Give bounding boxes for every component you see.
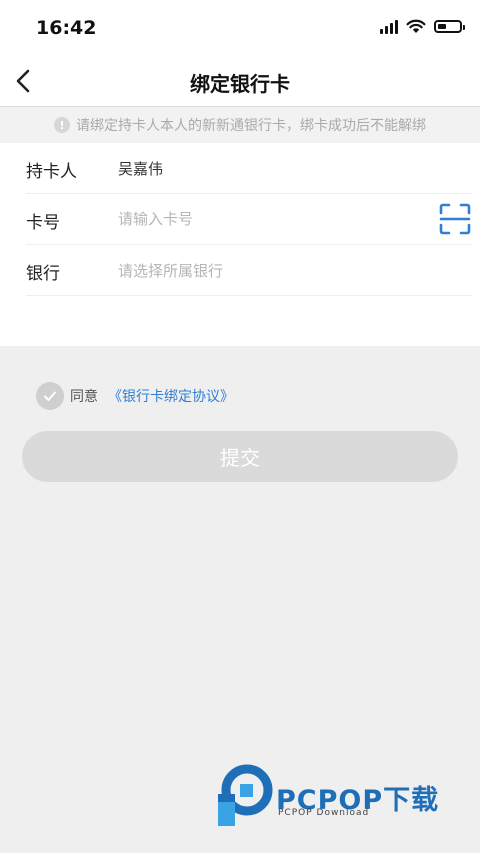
watermark-subtitle: PCPOP Download — [278, 808, 370, 818]
cardholder-row: 持卡人 吴嘉伟 — [26, 143, 472, 194]
card-number-label: 卡号 — [26, 213, 60, 233]
bank-select[interactable]: 请选择所属银行 — [118, 260, 223, 281]
checkmark-icon — [44, 391, 56, 401]
card-number-row: 卡号 — [26, 194, 472, 245]
scan-icon — [439, 203, 471, 235]
status-bar: 16:42 — [0, 0, 480, 56]
notice-banner: ! 请绑定持卡人本人的新新通银行卡，绑卡成功后不能解绑 — [0, 107, 480, 143]
card-number-input[interactable] — [114, 204, 422, 234]
agreement-checkbox[interactable] — [36, 382, 64, 410]
cellular-signal-icon — [380, 19, 398, 34]
notice-text: 请绑定持卡人本人的新新通银行卡，绑卡成功后不能解绑 — [76, 118, 426, 134]
pcpop-logo-icon — [218, 764, 273, 826]
bank-label: 银行 — [26, 264, 60, 284]
agreement-prefix: 同意 — [70, 389, 98, 405]
scan-card-button[interactable] — [438, 202, 472, 236]
wifi-icon — [406, 19, 426, 33]
status-time: 16:42 — [36, 17, 97, 39]
navigation-bar: 绑定银行卡 — [0, 56, 480, 107]
bank-card-form: 持卡人 吴嘉伟 卡号 银行 请选择所属银行 — [0, 143, 480, 346]
submit-button[interactable]: 提交 — [22, 431, 458, 482]
bank-row[interactable]: 银行 请选择所属银行 — [26, 245, 472, 296]
agreement-row: 同意 《银行卡绑定协议》 — [36, 382, 234, 410]
watermark: PCPOP下载 PCPOP Download — [218, 764, 468, 834]
cardholder-value: 吴嘉伟 — [118, 160, 164, 178]
agreement-link[interactable]: 《银行卡绑定协议》 — [108, 386, 234, 406]
page-title: 绑定银行卡 — [190, 72, 290, 96]
battery-icon — [434, 20, 465, 33]
status-icons — [380, 19, 465, 34]
exclamation-icon: ! — [54, 117, 70, 133]
cardholder-label: 持卡人 — [26, 162, 77, 182]
